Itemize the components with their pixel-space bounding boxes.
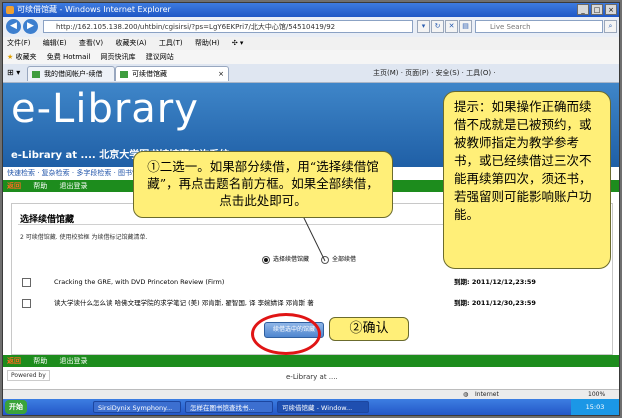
tab-close-icon[interactable]: ×	[218, 67, 224, 81]
page-icon	[32, 71, 40, 78]
fav-hotmail[interactable]: 免费 Hotmail	[47, 53, 91, 61]
minimize-button[interactable]: _	[577, 4, 589, 15]
menu-view[interactable]: 查看(V)	[79, 39, 103, 47]
page-footer: Powered by e-Library at ....	[3, 369, 619, 389]
tab-renewable-items[interactable]: 可续借馆藏 ×	[115, 66, 229, 81]
ie-icon	[6, 6, 14, 14]
search-icon[interactable]: ⌕	[604, 20, 617, 33]
dropdown-icon[interactable]: ▾	[417, 20, 430, 33]
menu-bar: 文件(F) 编辑(E) 查看(V) 收藏夹(A) 工具(T) 帮助(H) ✣ ▾	[3, 37, 619, 50]
item-due: 到期: 2011/12/30,23:59	[454, 299, 536, 307]
item-title: Cracking the GRE, with DVD Princeton Rev…	[54, 278, 225, 286]
list-item: Cracking the GRE, with DVD Princeton Rev…	[22, 276, 602, 288]
favorites-bar: ★ 收藏夹 免费 Hotmail 网页快讯库 建议网站	[3, 50, 619, 65]
back-link[interactable]: 返回	[7, 357, 21, 365]
taskbar: 开始 SirsiDynix Symphony... 怎样在图书馆查找书... 可…	[3, 399, 619, 415]
powered-by: Powered by	[7, 370, 50, 381]
menu-file[interactable]: 文件(F)	[7, 39, 31, 47]
callout-tip: 提示：如果操作正确而续借不成就是已被预约，或被教师指定为教学参考书，或已经续借过…	[443, 91, 611, 269]
brand-logo: e-Library	[11, 86, 199, 132]
stop-icon[interactable]: ✕	[445, 20, 458, 33]
window-controls: _ □ ×	[577, 4, 617, 15]
item-title: 读大学读什么怎么读 哈佛文理学院的求学笔记 (美) 邓肯斯, 翟智国, 译 李婉…	[54, 299, 314, 307]
back-link[interactable]: 返回	[7, 182, 21, 190]
feed-icon[interactable]: ▤	[459, 20, 472, 33]
forward-icon[interactable]: ▶	[23, 19, 38, 34]
instructions: 2 可续借馆藏. 使用校验框 为续借标记馆藏清单.	[20, 234, 148, 241]
add-on-icon[interactable]: ✣ ▾	[232, 39, 244, 47]
highlight-ring	[251, 313, 321, 355]
clock: 15:03	[571, 399, 619, 415]
fav-suggested[interactable]: 建议网站	[146, 53, 174, 61]
tab-grid-icon[interactable]: ⊞ ▾	[7, 68, 20, 77]
radio-select-items[interactable]	[262, 255, 270, 264]
title-bar: 可续借馆藏 - Windows Internet Explorer _ □ ×	[3, 3, 619, 17]
command-bar[interactable]: 主页(M) · 页面(P) · 安全(S) · 工具(O) ·	[373, 66, 496, 81]
start-button[interactable]: 开始	[5, 400, 27, 414]
list-item: 读大学读什么怎么读 哈佛文理学院的求学笔记 (美) 邓肯斯, 翟智国, 译 李婉…	[22, 297, 602, 309]
favorites-label[interactable]: 收藏夹	[16, 53, 37, 61]
task-howto-doc[interactable]: 怎样在图书馆查找书...	[185, 401, 273, 413]
radio-renew-all[interactable]	[320, 255, 329, 264]
menu-help[interactable]: 帮助(H)	[195, 39, 220, 47]
back-icon[interactable]: ◀	[6, 19, 21, 34]
tab-renew-account[interactable]: 我的借阅帐户-续借	[27, 66, 115, 81]
menu-edit[interactable]: 编辑(E)	[43, 39, 67, 47]
star-icon: ★	[7, 53, 14, 61]
tab-bar: ⊞ ▾ 我的借阅帐户-续借 可续借馆藏 × 主页(M) · 页面(P) · 安全…	[3, 64, 619, 83]
refresh-icon[interactable]: ↻	[431, 20, 444, 33]
item-checkbox[interactable]	[22, 299, 31, 308]
help-link[interactable]: 帮助	[33, 182, 47, 190]
callout-step-2: ②确认	[329, 317, 409, 341]
logout-link[interactable]: 退出登录	[59, 182, 87, 190]
item-due: 到期: 2011/12/12,23:59	[454, 278, 536, 286]
page-icon	[120, 71, 128, 78]
callout-step-1: ①二选一。如果部分续借，用“选择续借馆藏”，再点击题名前方框。如果全部续借，点击…	[133, 151, 393, 218]
item-checkbox[interactable]	[22, 278, 31, 287]
logout-link[interactable]: 退出登录	[59, 357, 87, 365]
fav-webslice[interactable]: 网页快讯库	[101, 53, 136, 61]
footer-title: e-Library at ....	[286, 373, 338, 381]
close-button[interactable]: ×	[605, 4, 617, 15]
bottom-nav-bar: 返回 帮助 退出登录	[3, 355, 619, 367]
menu-tools[interactable]: 工具(T)	[159, 39, 183, 47]
task-sirsidynix[interactable]: SirsiDynix Symphony...	[93, 401, 181, 413]
url-input[interactable]: http://162.105.138.200/uhtbin/cgisirsi/?…	[43, 20, 413, 33]
maximize-button[interactable]: □	[591, 4, 603, 15]
address-bar: ◀ ▶ http://162.105.138.200/uhtbin/cgisir…	[3, 17, 619, 38]
ie-window: 可续借馆藏 - Windows Internet Explorer _ □ × …	[2, 2, 620, 416]
menu-favorites[interactable]: 收藏夹(A)	[115, 39, 146, 47]
window-title: 可续借馆藏 - Windows Internet Explorer	[17, 5, 171, 14]
search-input[interactable]: Live Search	[475, 20, 603, 33]
task-renewable-items[interactable]: 可续借馆藏 - Window...	[277, 401, 369, 413]
renew-mode: 选择续借馆藏 全部续借	[262, 254, 356, 264]
help-link[interactable]: 帮助	[33, 357, 47, 365]
